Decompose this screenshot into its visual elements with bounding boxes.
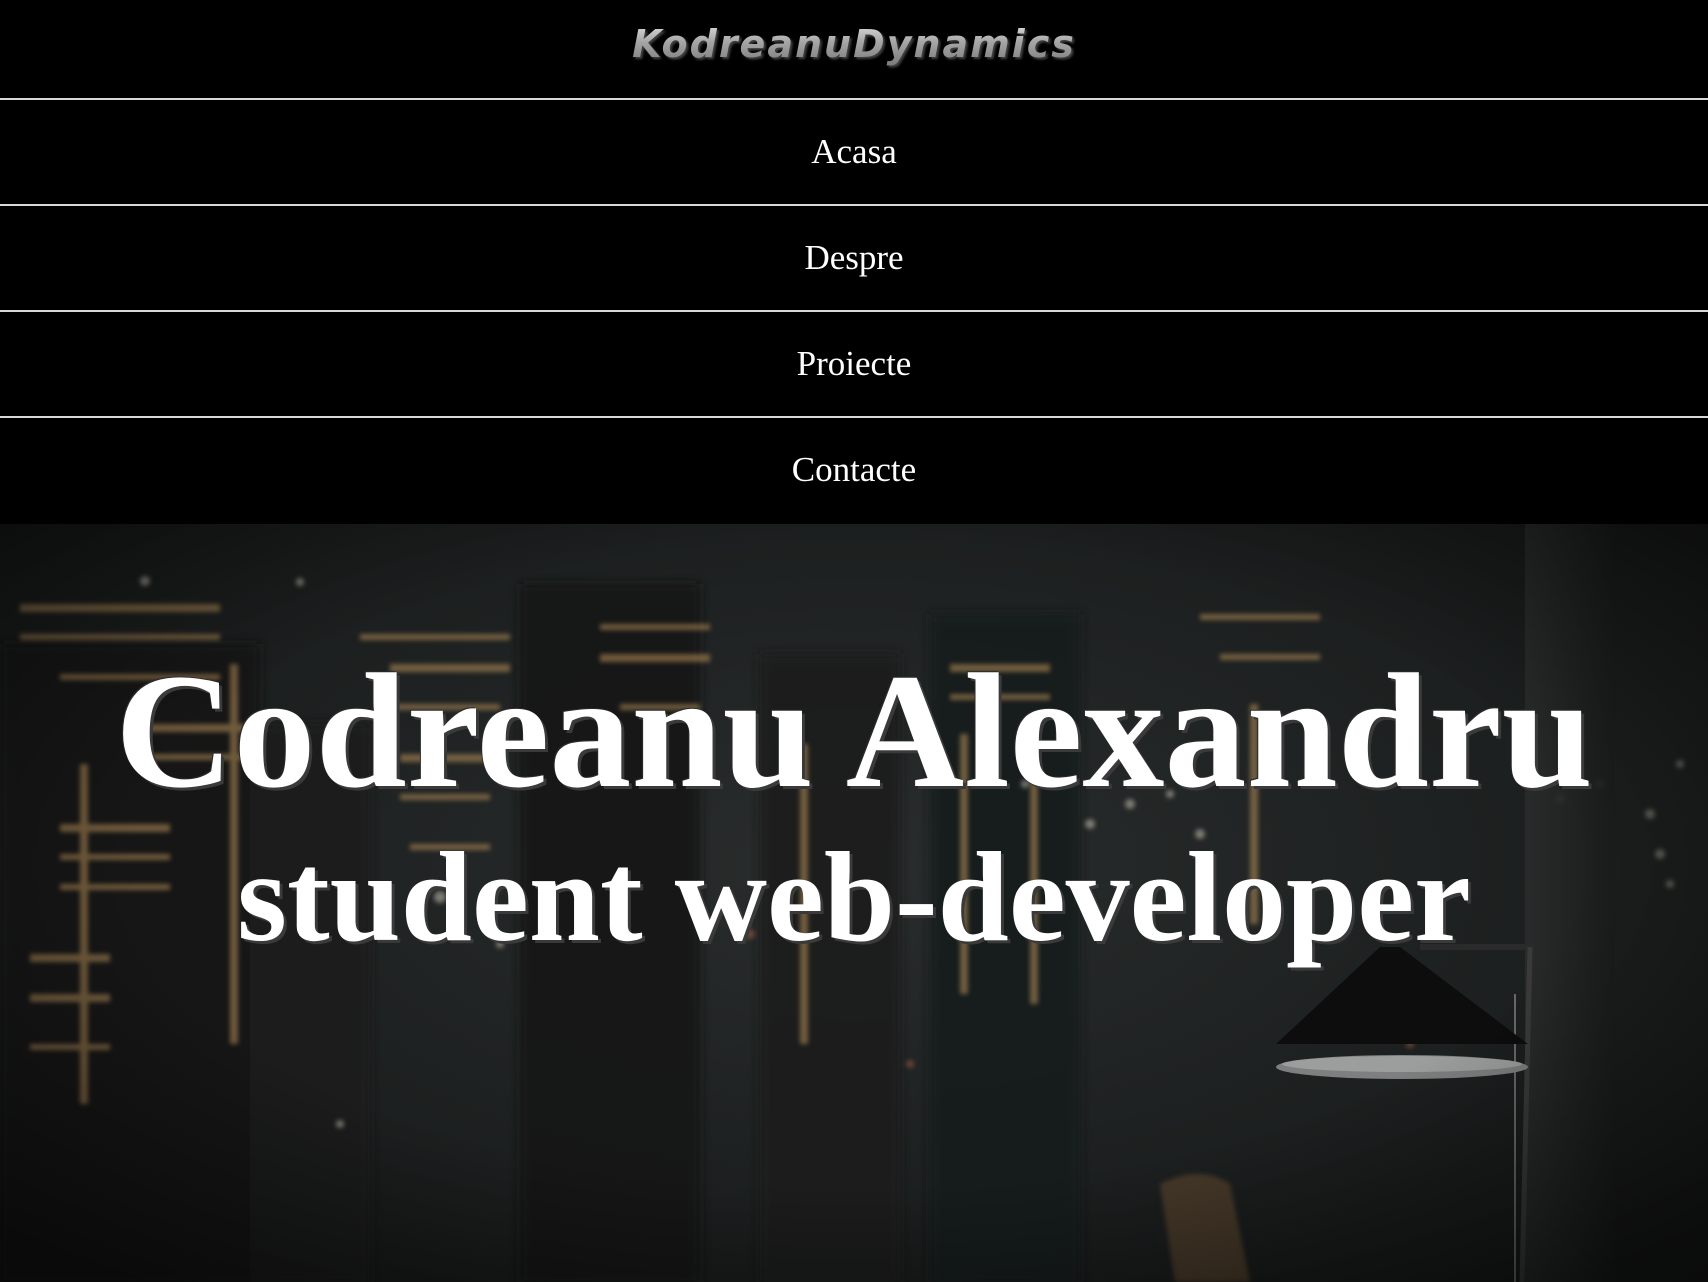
nav-item-proiecte[interactable]: Proiecte: [0, 312, 1708, 418]
page: KodreanuDynamics Acasa Despre Proiecte C…: [0, 0, 1708, 1282]
nav-item-despre[interactable]: Despre: [0, 206, 1708, 312]
main-nav: Acasa Despre Proiecte Contacte: [0, 100, 1708, 522]
hero-title: Codreanu Alexandru: [115, 640, 1593, 822]
nav-item-contacte[interactable]: Contacte: [0, 418, 1708, 522]
hero-subtitle: student web-developer: [237, 826, 1471, 969]
brand-logo[interactable]: KodreanuDynamics: [632, 22, 1076, 66]
nav-item-acasa[interactable]: Acasa: [0, 100, 1708, 206]
hero-section: Codreanu Alexandru student web-developer: [0, 524, 1708, 1282]
site-header: KodreanuDynamics: [0, 0, 1708, 100]
